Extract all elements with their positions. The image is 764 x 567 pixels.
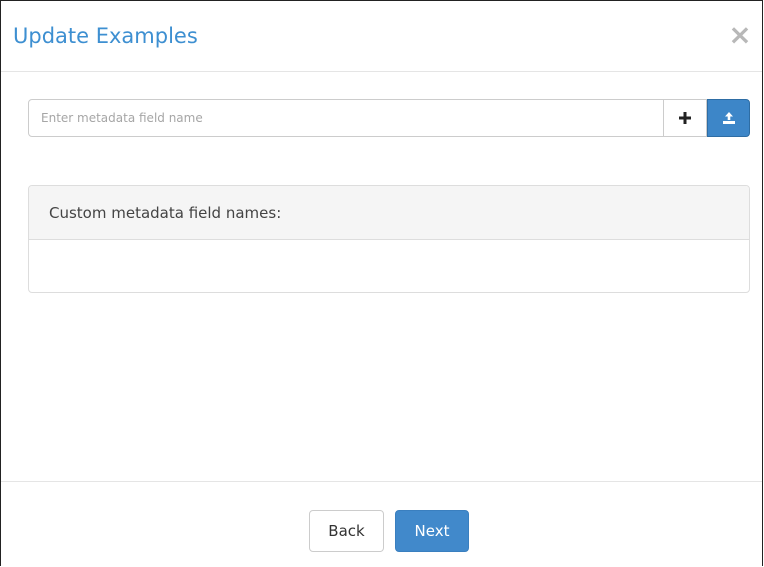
panel-body: [29, 240, 749, 292]
modal-title: Update Examples: [13, 24, 198, 48]
close-icon[interactable]: ×: [728, 21, 752, 49]
custom-metadata-panel: Custom metadata field names:: [28, 185, 750, 293]
plus-icon: [679, 112, 691, 124]
add-field-button[interactable]: [664, 99, 707, 137]
metadata-input-group: [28, 99, 750, 137]
modal-footer: Back Next: [1, 481, 762, 567]
upload-fields-button[interactable]: [707, 99, 750, 137]
modal-body: Custom metadata field names:: [1, 72, 762, 481]
panel-heading: Custom metadata field names:: [29, 186, 749, 240]
upload-icon: [722, 112, 735, 124]
back-button[interactable]: Back: [309, 510, 384, 552]
next-button[interactable]: Next: [395, 510, 469, 552]
modal-header: Update Examples ×: [1, 1, 762, 72]
metadata-field-name-input[interactable]: [28, 99, 664, 137]
update-examples-modal: Update Examples × Custom metadata field …: [0, 0, 763, 566]
